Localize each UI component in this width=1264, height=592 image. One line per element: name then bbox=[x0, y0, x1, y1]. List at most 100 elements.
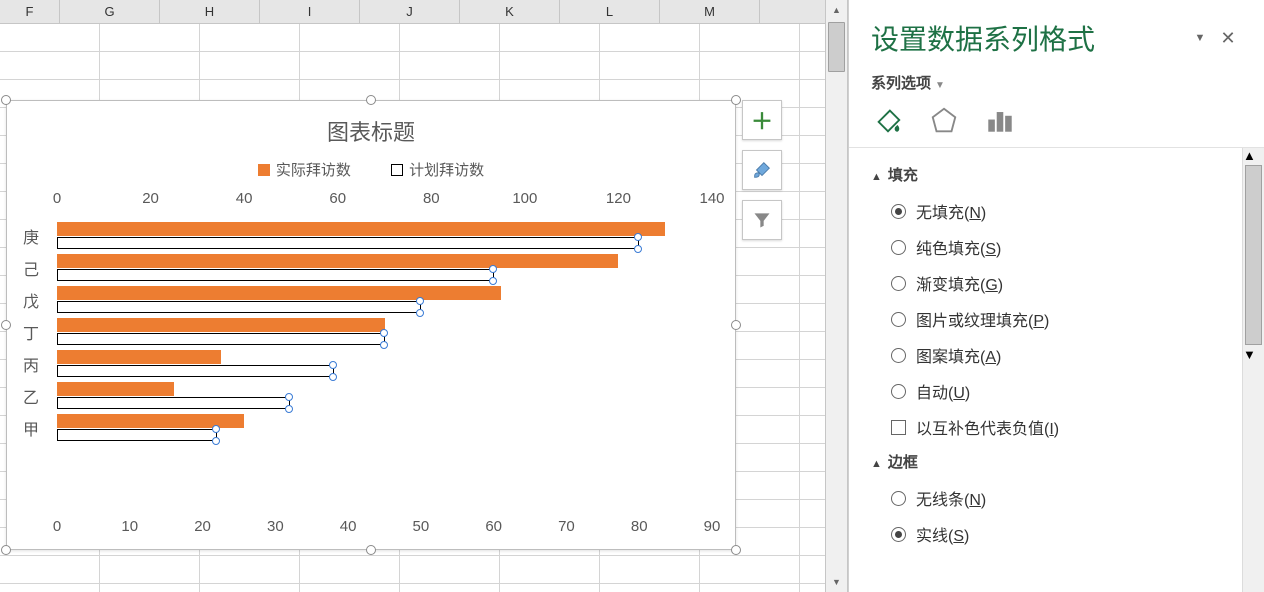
bar-actual[interactable] bbox=[57, 382, 174, 396]
column-header-g[interactable]: G bbox=[60, 0, 160, 23]
bar-actual[interactable] bbox=[57, 254, 618, 268]
bar-actual[interactable] bbox=[57, 286, 501, 300]
legend-label-actual: 实际拜访数 bbox=[276, 162, 351, 179]
column-header-l[interactable]: L bbox=[560, 0, 660, 23]
radio-fill-auto[interactable]: 自动(U) bbox=[871, 373, 1216, 409]
checkbox-icon bbox=[891, 420, 906, 435]
bar-plan[interactable] bbox=[57, 269, 494, 281]
radio-fill-gradient[interactable]: 渐变填充(G) bbox=[871, 265, 1216, 301]
tab-fill-line[interactable] bbox=[871, 103, 905, 137]
category-label: 乙 bbox=[23, 384, 39, 408]
resize-handle-se[interactable] bbox=[731, 545, 741, 555]
section-fill-header[interactable]: ▲填充 bbox=[871, 164, 1216, 185]
column-header-h[interactable]: H bbox=[160, 0, 260, 23]
series-selection-marker bbox=[285, 393, 293, 401]
column-header-f[interactable]: F bbox=[0, 0, 60, 23]
radio-label: 无填充 bbox=[916, 205, 964, 222]
pane-content: ▲填充 无填充(N) 纯色填充(S) 渐变填充(G) 图片或纹理填充(P) 图案… bbox=[849, 148, 1242, 562]
bar-actual[interactable] bbox=[57, 350, 221, 364]
category-row: 丙 bbox=[57, 346, 713, 378]
bar-plan[interactable] bbox=[57, 301, 421, 313]
radio-fill-picture[interactable]: 图片或纹理填充(P) bbox=[871, 301, 1216, 337]
format-pane: 设置数据系列格式 ▼ ✕ 系列选项▼ ▲填充 无填充(N) 纯色填充(S) 渐变… bbox=[848, 0, 1264, 592]
radio-fill-none[interactable]: 无填充(N) bbox=[871, 193, 1216, 229]
resize-handle-sw[interactable] bbox=[1, 545, 11, 555]
radio-fill-pattern[interactable]: 图案填充(A) bbox=[871, 337, 1216, 373]
worksheet-area[interactable]: F G H I J K L M 图表标题 实际拜访数 计划拜访数 0204060… bbox=[0, 0, 848, 592]
radio-fill-solid[interactable]: 纯色填充(S) bbox=[871, 229, 1216, 265]
pane-subtitle[interactable]: 系列选项▼ bbox=[849, 62, 1264, 99]
column-header-m[interactable]: M bbox=[660, 0, 760, 23]
scroll-track[interactable] bbox=[826, 74, 847, 572]
series-selection-marker bbox=[212, 437, 220, 445]
axis-tick: 80 bbox=[423, 190, 440, 207]
axis-tick: 140 bbox=[699, 190, 724, 207]
pentagon-icon bbox=[929, 105, 959, 135]
column-header-j[interactable]: J bbox=[360, 0, 460, 23]
category-row: 庚 bbox=[57, 218, 713, 250]
pane-close-button[interactable]: ✕ bbox=[1214, 28, 1242, 49]
resize-handle-s[interactable] bbox=[366, 545, 376, 555]
scroll-up-icon[interactable]: ▲ bbox=[1243, 148, 1264, 163]
category-label: 己 bbox=[23, 256, 39, 280]
axis-tick: 120 bbox=[606, 190, 631, 207]
radio-border-solid[interactable]: 实线(S) bbox=[871, 516, 1216, 552]
scroll-thumb[interactable] bbox=[828, 22, 845, 72]
chart-styles-button[interactable] bbox=[742, 150, 782, 190]
column-header-k[interactable]: K bbox=[460, 0, 560, 23]
chart-legend[interactable]: 实际拜访数 计划拜访数 bbox=[7, 159, 735, 180]
pane-options-dropdown[interactable]: ▼ bbox=[1186, 32, 1214, 44]
plus-icon: ＋ bbox=[751, 104, 773, 136]
chart-title[interactable]: 图表标题 bbox=[7, 115, 735, 147]
brush-icon bbox=[751, 159, 773, 181]
column-header-i[interactable]: I bbox=[260, 0, 360, 23]
resize-handle-e[interactable] bbox=[731, 320, 741, 330]
bar-plan[interactable] bbox=[57, 429, 217, 441]
section-border-header[interactable]: ▲边框 bbox=[871, 451, 1216, 472]
radio-icon bbox=[891, 491, 906, 506]
chart-plot-area[interactable]: 020406080100120140 庚己戊丁丙乙甲 0102030405060… bbox=[57, 190, 713, 510]
chart-add-element-button[interactable]: ＋ bbox=[742, 100, 782, 140]
bar-plan[interactable] bbox=[57, 237, 639, 249]
radio-label: 渐变填充 bbox=[916, 277, 980, 294]
series-selection-marker bbox=[380, 329, 388, 337]
resize-handle-w[interactable] bbox=[1, 320, 11, 330]
embedded-chart[interactable]: 图表标题 实际拜访数 计划拜访数 020406080100120140 庚己戊丁… bbox=[6, 100, 736, 550]
checkbox-invert-negative[interactable]: 以互补色代表负值(I) bbox=[871, 409, 1216, 445]
category-row: 甲 bbox=[57, 410, 713, 442]
axis-tick: 40 bbox=[236, 190, 253, 207]
pane-title: 设置数据系列格式 bbox=[871, 18, 1186, 58]
bar-plan[interactable] bbox=[57, 365, 334, 377]
bar-plan[interactable] bbox=[57, 333, 385, 345]
axis-tick: 0 bbox=[53, 518, 61, 535]
bar-actual[interactable] bbox=[57, 318, 385, 332]
axis-tick: 30 bbox=[267, 518, 284, 535]
series-selection-marker bbox=[489, 265, 497, 273]
tab-series-options[interactable] bbox=[983, 103, 1017, 137]
resize-handle-ne[interactable] bbox=[731, 95, 741, 105]
category-row: 丁 bbox=[57, 314, 713, 346]
scroll-down-icon[interactable]: ▼ bbox=[826, 572, 847, 592]
bar-actual[interactable] bbox=[57, 222, 665, 236]
series-selection-marker bbox=[416, 297, 424, 305]
funnel-icon bbox=[752, 210, 772, 230]
scroll-down-icon[interactable]: ▼ bbox=[1243, 347, 1264, 362]
x-axis-top[interactable]: 020406080100120140 bbox=[57, 190, 713, 210]
tab-effects[interactable] bbox=[927, 103, 961, 137]
scroll-up-icon[interactable]: ▲ bbox=[826, 0, 847, 20]
chart-quick-buttons: ＋ bbox=[742, 100, 784, 240]
scroll-thumb[interactable] bbox=[1245, 165, 1262, 345]
chart-filter-button[interactable] bbox=[742, 200, 782, 240]
chart-bars[interactable]: 庚己戊丁丙乙甲 bbox=[57, 218, 713, 510]
sheet-vertical-scrollbar[interactable]: ▲ ▼ bbox=[825, 0, 847, 592]
radio-icon bbox=[891, 204, 906, 219]
pane-vertical-scrollbar[interactable]: ▲ ▼ bbox=[1242, 148, 1264, 592]
bar-plan[interactable] bbox=[57, 397, 290, 409]
pane-subtitle-label: 系列选项 bbox=[871, 75, 931, 92]
x-axis-bottom[interactable]: 0102030405060708090 bbox=[57, 518, 713, 538]
resize-handle-n[interactable] bbox=[366, 95, 376, 105]
series-selection-marker bbox=[329, 361, 337, 369]
resize-handle-nw[interactable] bbox=[1, 95, 11, 105]
radio-border-none[interactable]: 无线条(N) bbox=[871, 480, 1216, 516]
axis-tick: 20 bbox=[194, 518, 211, 535]
